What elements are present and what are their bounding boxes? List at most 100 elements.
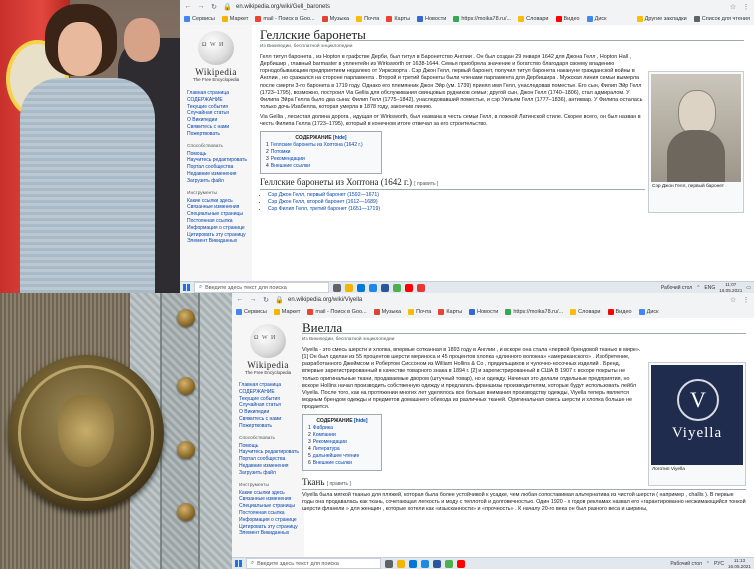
sidebar-link[interactable]: Недавние изменения xyxy=(187,171,252,178)
star-icon[interactable]: ☆ xyxy=(729,296,737,304)
toc-item[interactable]: 2 Потомки xyxy=(266,149,376,156)
tray-arrow-icon[interactable]: ⌃ xyxy=(706,561,710,567)
toc-item[interactable]: 6 Внешние ссылки xyxy=(308,460,376,467)
sidebar-link[interactable]: Цитировать эту страницу xyxy=(239,524,304,531)
toc-item[interactable]: 4 Внешние ссылки xyxy=(266,163,376,170)
toc-hide-link[interactable]: [hide] xyxy=(333,135,347,141)
back-icon[interactable]: ← xyxy=(184,3,192,10)
taskbar-search-input[interactable]: ⌕ Введите здесь текст для поиска xyxy=(246,558,381,569)
sidebar-link[interactable]: Специальные страницы xyxy=(187,211,252,218)
bookmark-item[interactable]: Словари xyxy=(570,308,601,315)
sidebar-link[interactable]: Постоянная ссылка xyxy=(239,510,304,517)
sidebar-link[interactable]: Недавние изменения xyxy=(239,463,304,470)
word-icon[interactable] xyxy=(381,283,389,292)
toc-link[interactable]: Рекомендации xyxy=(271,156,305,162)
toc-item[interactable]: 4 Литература xyxy=(308,446,376,453)
sidebar-link[interactable]: Научитесь редактировать xyxy=(239,449,304,456)
bookmark-item[interactable]: Словари xyxy=(518,15,549,22)
toc-link[interactable]: Рекомендации xyxy=(313,439,347,445)
toc-link[interactable]: Компании xyxy=(313,432,336,438)
windows-start-icon[interactable] xyxy=(183,284,190,291)
sidebar-link[interactable]: Свяжитесь с нами xyxy=(239,416,304,423)
extensions-icon[interactable]: ⋮ xyxy=(742,3,750,11)
url-text[interactable]: en.wikipedia.org/wiki/Viyella xyxy=(288,297,724,303)
app-icon[interactable] xyxy=(417,283,425,292)
sidebar-link[interactable]: Связанные изменения xyxy=(187,204,252,211)
sidebar-link[interactable]: Помощь xyxy=(187,151,252,158)
bookmark-item[interactable]: Маркет xyxy=(273,308,300,315)
sidebar-link[interactable]: Портал сообщества xyxy=(239,456,304,463)
bookmark-item[interactable]: Видео xyxy=(555,15,580,22)
desktop-label[interactable]: Рабочий стол xyxy=(670,561,701,567)
toc-link[interactable]: Внешние ссылки xyxy=(313,460,352,466)
toc-link[interactable]: Внешние ссылки xyxy=(271,163,310,169)
reload-icon[interactable]: ↻ xyxy=(262,296,270,304)
list-item[interactable]: Сэр Филип Гелл, третий баронет (1651—171… xyxy=(268,206,645,213)
bookmark-item[interactable]: Диск xyxy=(638,308,659,315)
sidebar-link[interactable]: Информация о странице xyxy=(239,517,304,524)
sidebar-link[interactable]: О Википедии xyxy=(187,117,252,124)
file-explorer-icon[interactable] xyxy=(397,559,405,568)
forward-icon[interactable]: → xyxy=(249,296,257,303)
task-view-icon[interactable] xyxy=(333,283,341,292)
toc-hide-link[interactable]: [hide] xyxy=(354,418,368,424)
task-view-icon[interactable] xyxy=(385,559,393,568)
toc-link[interactable]: Геллские баронеты из Хоптона (1642 г.) xyxy=(271,142,363,148)
edit-link[interactable]: [ править ] xyxy=(327,481,351,487)
toc-link[interactable]: Фабрика xyxy=(313,425,333,431)
sidebar-link[interactable]: Загрузить файл xyxy=(239,470,304,477)
bookmark-item[interactable]: Карты xyxy=(438,308,462,315)
edge-icon[interactable] xyxy=(357,283,365,292)
sidebar-link[interactable]: Помощь xyxy=(239,443,304,450)
bookmark-item[interactable]: Музыка xyxy=(321,15,349,22)
desktop-label[interactable]: Рабочий стол xyxy=(661,285,692,291)
sidebar-link[interactable]: Случайная статья xyxy=(187,110,252,117)
taskbar-search-input[interactable]: ⌕ Введите здесь текст для поиска xyxy=(194,282,329,293)
bookmark-item[interactable]: Новости xyxy=(469,308,498,315)
sidebar-link[interactable]: Элемент Викиданных xyxy=(187,238,252,245)
sidebar-link[interactable]: Пожертвовать xyxy=(187,131,252,138)
sidebar-link[interactable]: Портал сообщества xyxy=(187,164,252,171)
bookmark-item[interactable]: Музыка xyxy=(373,308,401,315)
bookmark-item[interactable]: Новости xyxy=(417,15,446,22)
toc-item[interactable]: 5 дальнейшее чтение xyxy=(308,453,376,460)
bookmark-item[interactable]: Почта xyxy=(356,15,379,22)
toc-link[interactable]: дальнейшее чтение xyxy=(313,453,359,459)
sidebar-link[interactable]: Элемент Викиданных xyxy=(239,530,304,537)
toc-item[interactable]: 3 Рекомендации xyxy=(308,439,376,446)
address-bar[interactable]: ← → ↻ 🔒 en.wikipedia.org/wiki/Viyella ☆ … xyxy=(232,293,754,306)
bookmark-item[interactable]: Почта xyxy=(408,308,431,315)
word-icon[interactable] xyxy=(433,559,441,568)
star-icon[interactable]: ☆ xyxy=(729,3,737,11)
bookmark-item[interactable]: https://moika78.ru/... xyxy=(505,308,563,315)
extensions-icon[interactable]: ⋮ xyxy=(742,296,750,304)
toc-item[interactable]: 1 Фабрика xyxy=(308,425,376,432)
sidebar-link[interactable]: Цитировать эту страницу xyxy=(187,232,252,239)
reload-icon[interactable]: ↻ xyxy=(210,3,218,11)
toc-link[interactable]: Литература xyxy=(313,446,340,452)
sidebar-link[interactable]: Загрузить файл xyxy=(187,178,252,185)
clock[interactable]: 11:13 16.05.2021 xyxy=(728,558,751,569)
toc-item[interactable]: 1 Геллские баронеты из Хоптона (1642 г.) xyxy=(266,142,376,149)
sidebar-link[interactable]: Свяжитесь с нами xyxy=(187,124,252,131)
portrait-image[interactable] xyxy=(651,74,741,182)
yandex-icon[interactable] xyxy=(457,559,465,568)
viyella-logo-image[interactable]: V Viyella xyxy=(651,365,743,465)
chrome-icon[interactable] xyxy=(445,559,453,568)
sidebar-link[interactable]: Случайная статья xyxy=(239,402,304,409)
bookmark-item[interactable]: mail - Поиск в Goo... xyxy=(255,15,315,22)
bookmark-item[interactable]: https://moika78.ru/... xyxy=(453,15,511,22)
toc-item[interactable]: 2 Компании xyxy=(308,432,376,439)
wikipedia-globe-icon[interactable] xyxy=(250,324,286,358)
file-explorer-icon[interactable] xyxy=(345,283,353,292)
bookmark-item[interactable]: Маркет xyxy=(221,15,248,22)
yandex-icon[interactable] xyxy=(405,283,413,292)
address-bar[interactable]: ← → ↻ 🔒 en.wikipedia.org/wiki/Gell_baron… xyxy=(180,0,754,13)
mail-icon[interactable] xyxy=(421,559,429,568)
forward-icon[interactable]: → xyxy=(197,3,205,10)
sidebar-link[interactable]: Связанные изменения xyxy=(239,496,304,503)
bookmark-item[interactable]: Сервисы xyxy=(236,308,267,315)
wikipedia-globe-icon[interactable] xyxy=(198,31,234,65)
chrome-icon[interactable] xyxy=(393,283,401,292)
clock[interactable]: 11:07 16.05.2021 xyxy=(719,282,742,293)
